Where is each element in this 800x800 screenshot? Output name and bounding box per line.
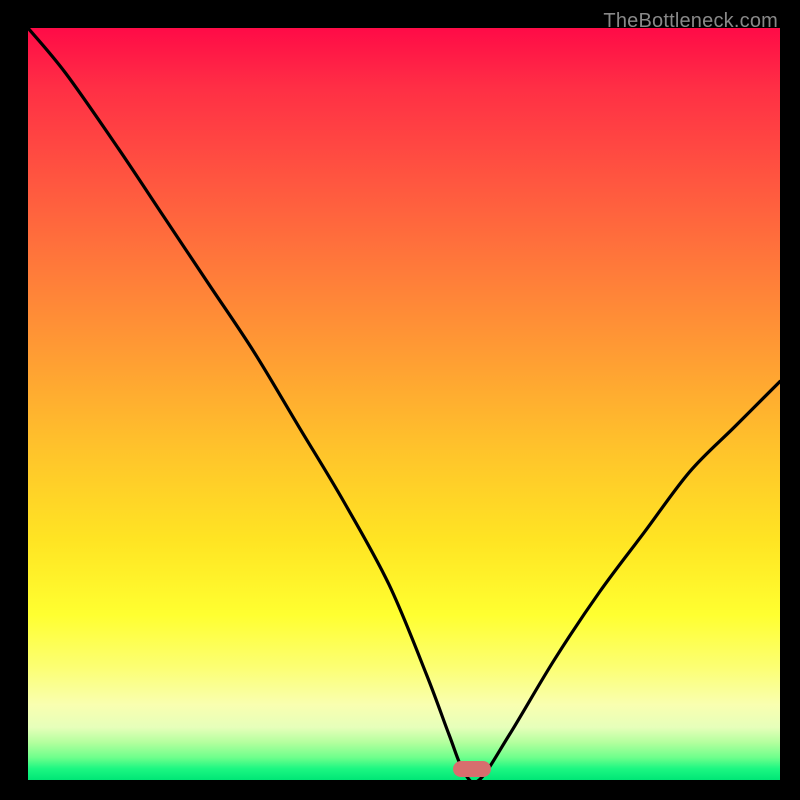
attribution-label: TheBottleneck.com <box>603 10 778 33</box>
bottleneck-marker <box>453 761 491 777</box>
plot-area <box>28 28 780 780</box>
chart-frame: TheBottleneck.com <box>8 8 792 792</box>
bottleneck-curve <box>28 28 780 780</box>
